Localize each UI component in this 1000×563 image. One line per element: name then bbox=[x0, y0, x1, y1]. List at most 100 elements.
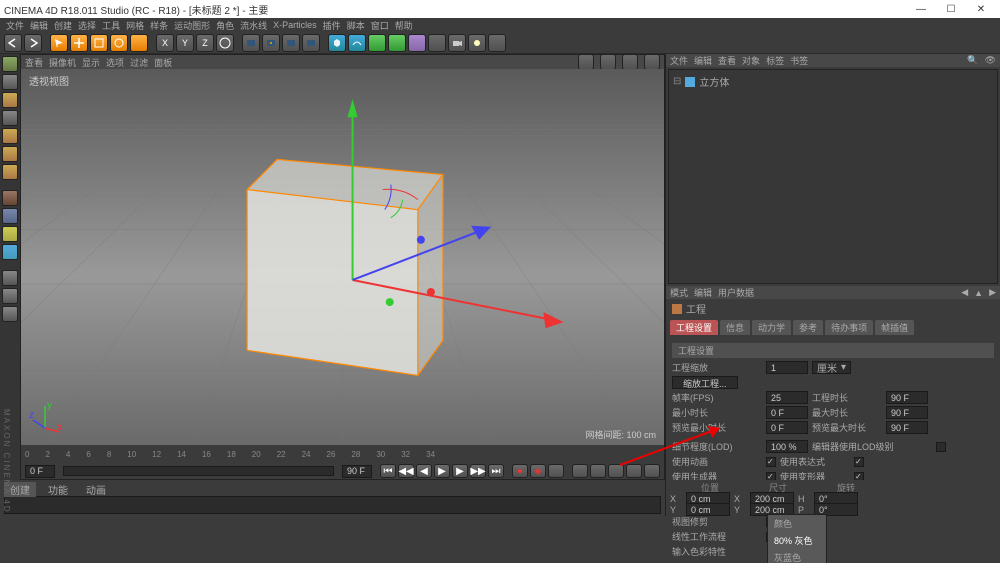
cube-primitive-button[interactable] bbox=[328, 34, 346, 52]
point-mode-button[interactable] bbox=[2, 128, 18, 144]
obj-menu-file[interactable]: 文件 bbox=[670, 54, 688, 67]
menu-mesh[interactable]: 网格 bbox=[126, 19, 144, 32]
menu-script[interactable]: 脚本 bbox=[347, 19, 365, 32]
material-bar[interactable] bbox=[4, 496, 661, 514]
attr-up-icon[interactable]: ▲ bbox=[974, 288, 983, 298]
key-param-button[interactable] bbox=[626, 464, 642, 478]
vp-menu-panel[interactable]: 面板 bbox=[154, 56, 172, 69]
render-region-button[interactable] bbox=[262, 34, 280, 52]
next-key-button[interactable]: ▶▶ bbox=[470, 464, 486, 478]
timeline-ruler[interactable]: 0 2 4 6 8 10 12 14 16 18 20 22 24 26 28 … bbox=[21, 445, 664, 463]
vp-menu-display[interactable]: 显示 bbox=[82, 56, 100, 69]
scale-tool-button[interactable] bbox=[90, 34, 108, 52]
viewport-solo-button[interactable] bbox=[2, 208, 18, 224]
snap-button[interactable] bbox=[2, 226, 18, 242]
pmaxtime-input[interactable] bbox=[886, 421, 928, 434]
goto-start-button[interactable]: ⏮ bbox=[380, 464, 396, 478]
color-opt-color[interactable]: 颜色 bbox=[768, 515, 826, 532]
next-frame-button[interactable]: ▶ bbox=[452, 464, 468, 478]
attr-fwd-icon[interactable]: ▶ bbox=[989, 287, 996, 298]
poly-mode-button[interactable] bbox=[2, 164, 18, 180]
mintime-input[interactable] bbox=[766, 406, 808, 419]
vp-menu-options[interactable]: 选项 bbox=[106, 56, 124, 69]
menu-edit[interactable]: 编辑 bbox=[30, 19, 48, 32]
close-button[interactable]: ✕ bbox=[966, 1, 996, 17]
vp-nav2-button[interactable] bbox=[600, 54, 616, 70]
texture-mode-button[interactable] bbox=[2, 92, 18, 108]
generator-button[interactable] bbox=[368, 34, 386, 52]
attr-menu-mode[interactable]: 模式 bbox=[670, 286, 688, 299]
menu-create[interactable]: 创建 bbox=[54, 19, 72, 32]
keyopts-button[interactable] bbox=[548, 464, 564, 478]
select-tool-button[interactable] bbox=[50, 34, 68, 52]
pmintime-input[interactable] bbox=[766, 421, 808, 434]
move-tool-button[interactable] bbox=[70, 34, 88, 52]
record-button[interactable]: ● bbox=[512, 464, 528, 478]
vp-menu-view[interactable]: 查看 bbox=[25, 56, 43, 69]
fps-input[interactable] bbox=[766, 391, 808, 404]
axis-button[interactable] bbox=[2, 190, 18, 206]
attr-menu-edit[interactable]: 编辑 bbox=[694, 286, 712, 299]
color-opt-grey80[interactable]: 80% 灰色 bbox=[768, 532, 826, 549]
scale-unit-dropdown[interactable]: 厘米▾ bbox=[812, 361, 851, 374]
autokey-button[interactable]: ◈ bbox=[530, 464, 546, 478]
duration-input[interactable] bbox=[886, 391, 928, 404]
sb-tab-anim[interactable]: 动画 bbox=[80, 482, 112, 497]
menu-select[interactable]: 选择 bbox=[78, 19, 96, 32]
make-editable-button[interactable] bbox=[2, 56, 18, 72]
color-opt-greyblue[interactable]: 灰蓝色 bbox=[768, 549, 826, 563]
obj-menu-edit[interactable]: 编辑 bbox=[694, 54, 712, 67]
vp-menu-camera[interactable]: 摄像机 bbox=[49, 56, 76, 69]
menu-mograph[interactable]: 运动图形 bbox=[174, 19, 210, 32]
spline-button[interactable] bbox=[348, 34, 366, 52]
frame-end-input[interactable] bbox=[342, 465, 372, 478]
attr-back-icon[interactable]: ◀ bbox=[961, 287, 968, 298]
misc1-button[interactable] bbox=[2, 270, 18, 286]
use-animation-checkbox[interactable] bbox=[766, 457, 776, 467]
maximize-button[interactable]: ☐ bbox=[936, 1, 966, 17]
misc3-button[interactable] bbox=[2, 306, 18, 322]
last-tool-button[interactable] bbox=[130, 34, 148, 52]
z-axis-button[interactable]: Z bbox=[196, 34, 214, 52]
tab-interp[interactable]: 帧插值 bbox=[875, 320, 914, 335]
play-button[interactable]: ▶ bbox=[434, 464, 450, 478]
timeline-scrub[interactable] bbox=[63, 466, 334, 476]
misc2-button[interactable] bbox=[2, 288, 18, 304]
model-mode-button[interactable] bbox=[2, 74, 18, 90]
obj-menu-bookmarks[interactable]: 书签 bbox=[790, 54, 808, 67]
xp-button[interactable] bbox=[488, 34, 506, 52]
menu-window[interactable]: 窗口 bbox=[371, 19, 389, 32]
maxtime-input[interactable] bbox=[886, 406, 928, 419]
camera-button[interactable] bbox=[448, 34, 466, 52]
attr-menu-userdata[interactable]: 用户数据 bbox=[718, 286, 754, 299]
menu-plugins[interactable]: 插件 bbox=[323, 19, 341, 32]
obj-menu-view[interactable]: 查看 bbox=[718, 54, 736, 67]
tab-project-settings[interactable]: 工程设置 bbox=[670, 320, 718, 335]
workplane-button[interactable] bbox=[2, 110, 18, 126]
tab-dynamics[interactable]: 动力学 bbox=[752, 320, 791, 335]
prev-key-button[interactable]: ◀◀ bbox=[398, 464, 414, 478]
object-item-cube[interactable]: ⊟ 立方体 bbox=[673, 74, 993, 89]
x-axis-button[interactable]: X bbox=[156, 34, 174, 52]
key-pos-button[interactable] bbox=[572, 464, 588, 478]
environment-button[interactable] bbox=[428, 34, 446, 52]
y-axis-button[interactable]: Y bbox=[176, 34, 194, 52]
rotate-tool-button[interactable] bbox=[110, 34, 128, 52]
goto-end-button[interactable]: ⏭ bbox=[488, 464, 504, 478]
minimize-button[interactable]: — bbox=[906, 1, 936, 17]
key-scale-button[interactable] bbox=[590, 464, 606, 478]
menu-help[interactable]: 帮助 bbox=[395, 19, 413, 32]
scale-input[interactable] bbox=[766, 361, 808, 374]
object-manager[interactable]: ⊟ 立方体 bbox=[668, 69, 998, 284]
render-settings-button[interactable] bbox=[302, 34, 320, 52]
menu-xparticles[interactable]: X-Particles bbox=[273, 20, 317, 30]
object-name[interactable]: 立方体 bbox=[699, 74, 729, 89]
obj-eye-icon[interactable]: 👁 bbox=[985, 55, 996, 66]
coord-system-button[interactable] bbox=[216, 34, 234, 52]
prev-frame-button[interactable]: ◀ bbox=[416, 464, 432, 478]
deformer-button[interactable] bbox=[408, 34, 426, 52]
frame-start-input[interactable] bbox=[25, 465, 55, 478]
vp-nav3-button[interactable] bbox=[622, 54, 638, 70]
redo-button[interactable] bbox=[24, 34, 42, 52]
key-pla-button[interactable] bbox=[644, 464, 660, 478]
